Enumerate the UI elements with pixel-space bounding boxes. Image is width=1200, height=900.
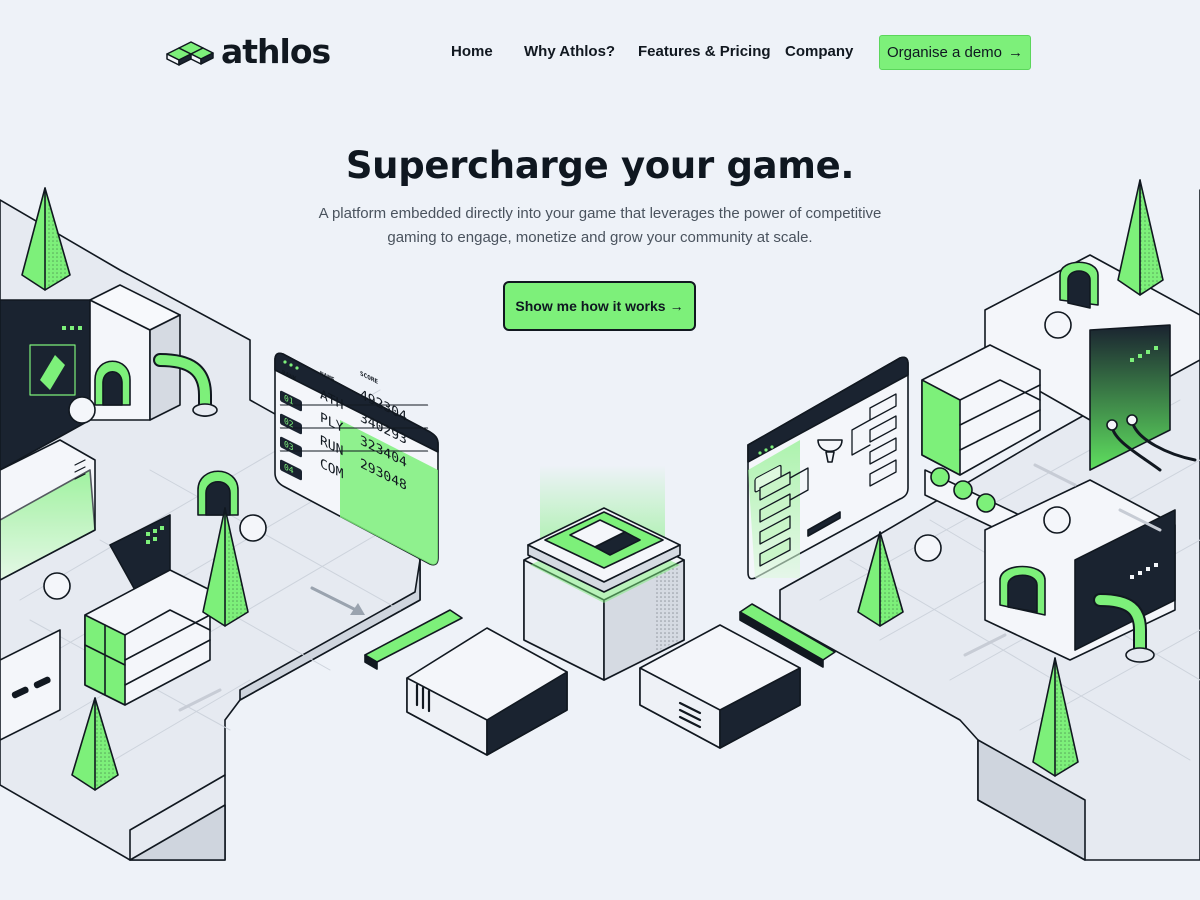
nav-link-home[interactable]: Home [451,42,493,62]
athlos-logo-icon [166,41,214,66]
hero-section: Supercharge your game. A platform embedd… [300,140,900,250]
arrow-right-icon: → [669,298,684,314]
organise-demo-label: Organise a demo [886,44,1003,61]
logo-link[interactable]: athlos [165,32,331,71]
show-me-how-label: Show me how it works [515,298,666,314]
hero-title: Supercharge your game. [345,144,855,187]
leaderboard-header-score: SCORE [360,370,378,386]
leaderboard-panel: RANK NAME SCORE 01 ATH 492304 02 PLY 340… [274,352,439,566]
brand-name: athlos [221,32,331,71]
arrow-right-icon: → [1008,44,1024,61]
nav-link-company[interactable]: Company [785,42,853,62]
hero-subtitle: A platform embedded directly into your g… [318,205,882,246]
show-me-how-button[interactable]: Show me how it works → [503,281,696,331]
nav-link-why-athlos[interactable]: Why Athlos? [524,42,615,62]
nav-link-features-pricing[interactable]: Features & Pricing [638,42,771,62]
organise-demo-button[interactable]: Organise a demo → [879,35,1031,70]
site-header: athlos Home Why Athlos? Features & Prici… [0,0,1200,100]
